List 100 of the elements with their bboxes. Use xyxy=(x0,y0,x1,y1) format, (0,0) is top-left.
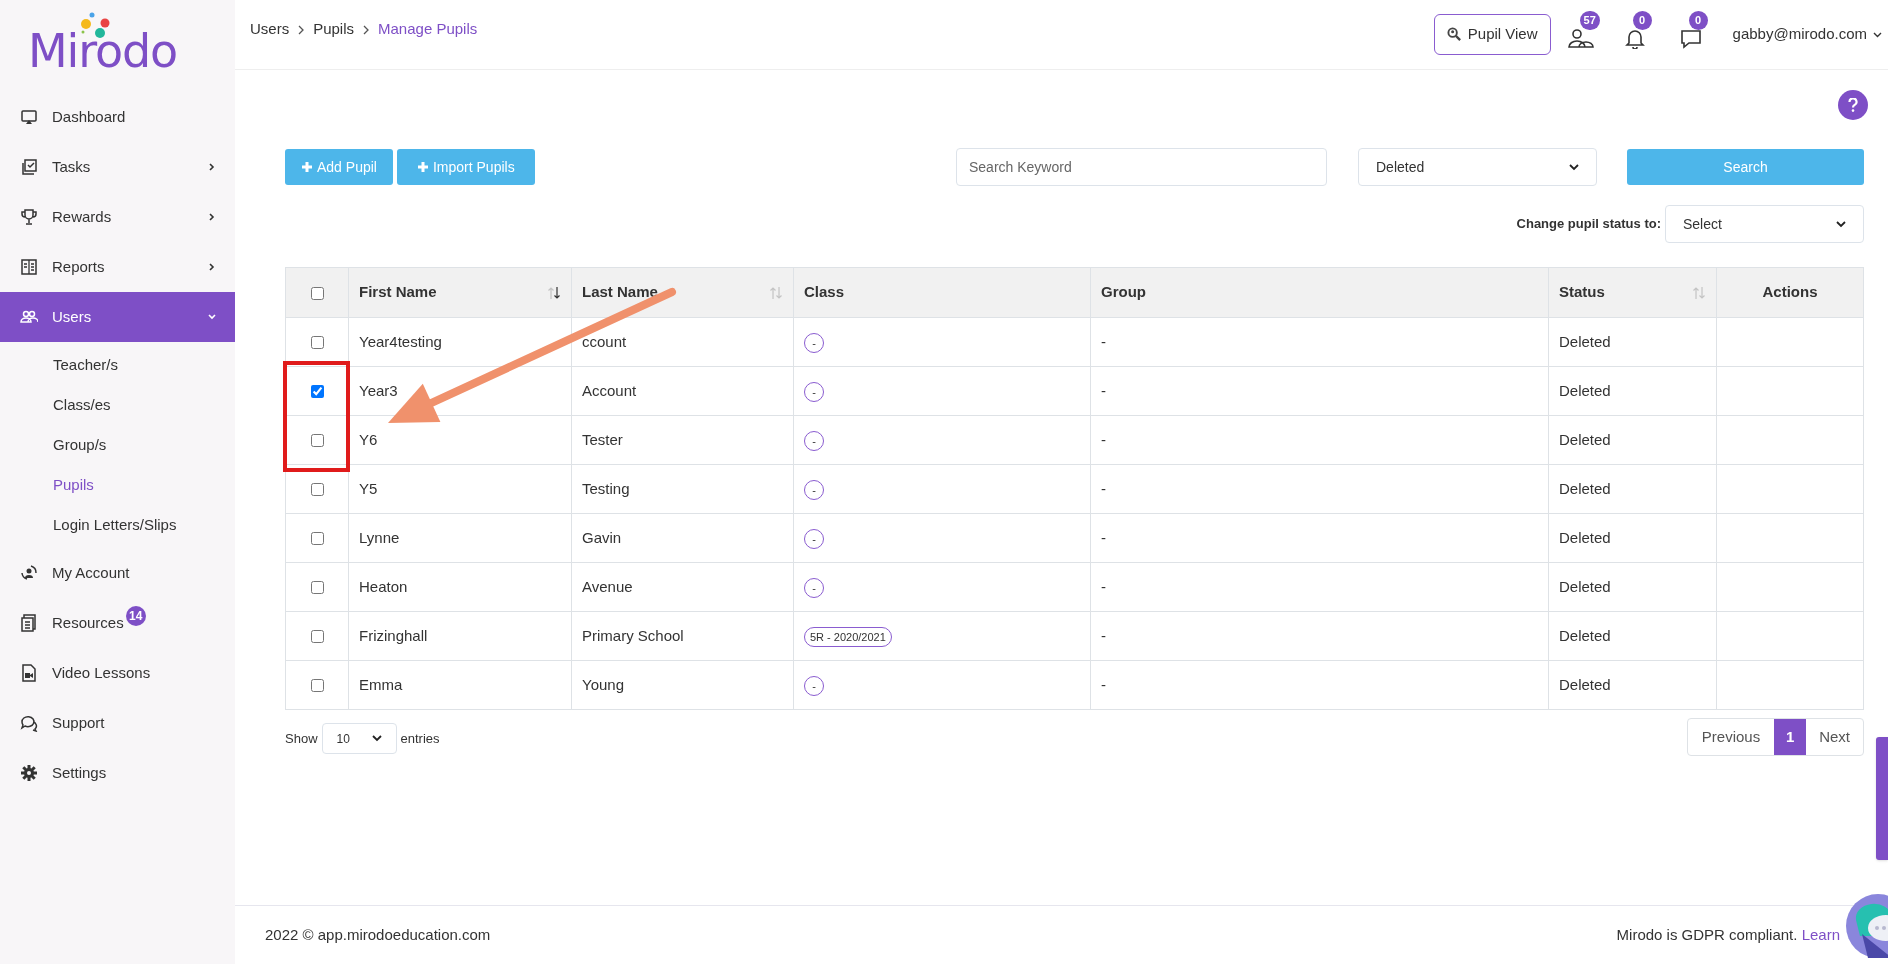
first-name-cell: Lynne xyxy=(359,528,400,546)
group-cell: - xyxy=(1101,479,1106,497)
group-cell: - xyxy=(1101,577,1106,595)
row-checkbox[interactable] xyxy=(310,532,324,546)
first-name-cell: Emma xyxy=(359,675,403,693)
sidebar-subitem[interactable]: Group/s xyxy=(0,425,235,465)
column-header: Class xyxy=(804,282,845,303)
search-icon xyxy=(1446,27,1462,42)
row-checkbox[interactable] xyxy=(310,483,324,497)
sidebar-item[interactable]: Resources 14 xyxy=(0,598,235,648)
status-cell: Deleted xyxy=(1559,577,1611,595)
chevron-right-icon xyxy=(362,24,371,35)
sidebar-subitem[interactable]: Teacher/s xyxy=(0,345,235,385)
column-header: Group xyxy=(1101,282,1146,303)
sidebar-subitem[interactable]: Pupils xyxy=(0,465,235,505)
change-status-label: Change pupil status to: xyxy=(1516,215,1661,234)
sidebar-item[interactable]: Settings xyxy=(0,748,235,798)
last-name-cell: Account xyxy=(582,381,637,399)
status-cell: Deleted xyxy=(1559,332,1611,350)
sidebar-subitem[interactable]: Login Letters/Slips xyxy=(0,505,235,545)
settings-icon xyxy=(20,764,38,782)
sidebar-item[interactable]: Video Lessons xyxy=(0,648,235,698)
sidebar-item[interactable]: Dashboard xyxy=(0,92,235,142)
next-button[interactable]: Next xyxy=(1806,719,1863,755)
last-name-cell: Primary School xyxy=(582,626,684,644)
chevron-down-icon xyxy=(1873,31,1882,38)
chat-widget-icon[interactable] xyxy=(1846,894,1888,958)
sidebar-item[interactable]: Rewards xyxy=(0,192,235,242)
breadcrumb-link[interactable]: Pupils xyxy=(313,18,355,41)
last-name-cell: Tester xyxy=(582,430,623,448)
users-icon xyxy=(20,308,38,326)
group-cell: - xyxy=(1101,430,1106,448)
sidebar-item[interactable]: Users xyxy=(0,292,235,342)
row-checkbox[interactable] xyxy=(310,679,324,693)
question-icon xyxy=(1848,98,1858,112)
select-all-checkbox[interactable] xyxy=(310,286,324,300)
gdpr-text: Mirodo is GDPR compliant. xyxy=(1616,925,1798,943)
status-filter-select[interactable]: Deleted xyxy=(1358,148,1597,186)
sidebar-item[interactable]: Reports xyxy=(0,242,235,292)
previous-button[interactable]: Previous xyxy=(1687,719,1775,755)
logo[interactable]: Mirodo xyxy=(28,28,177,74)
documents-icon xyxy=(20,614,38,632)
entries-select[interactable]: 10 xyxy=(321,723,397,754)
chevron-down-icon xyxy=(1836,220,1846,228)
breadcrumb-link[interactable]: Manage Pupils xyxy=(378,18,478,41)
last-name-cell: ccount xyxy=(582,332,627,350)
page-button[interactable]: 1 xyxy=(1774,719,1807,755)
column-header[interactable]: First Name xyxy=(359,281,437,304)
user-menu[interactable]: gabby@mirodo.com xyxy=(1732,23,1882,46)
help-button[interactable] xyxy=(1838,90,1868,120)
change-status-select[interactable]: Select xyxy=(1665,205,1864,243)
column-header[interactable]: Last Name xyxy=(582,281,658,304)
sidebar-subitem[interactable]: Class/es xyxy=(0,385,235,425)
plus-icon xyxy=(301,161,313,173)
first-name-cell: Y5 xyxy=(359,479,378,497)
group-cell: - xyxy=(1101,381,1106,399)
checklist-icon xyxy=(20,158,38,176)
sidebar-item[interactable]: Support xyxy=(0,698,235,748)
sidebar-item[interactable]: Tasks xyxy=(0,142,235,192)
first-name-cell: Frizinghall xyxy=(359,626,428,644)
chevron-down-icon xyxy=(1569,163,1579,171)
count-badge: 0 xyxy=(1688,10,1708,30)
count-badge: 57 xyxy=(1579,10,1600,30)
first-name-cell: Heaton xyxy=(359,577,408,595)
status-cell: Deleted xyxy=(1559,479,1611,497)
count-badge: 0 xyxy=(1632,10,1652,30)
learn-link[interactable]: Learn xyxy=(1801,925,1840,943)
last-name-cell: Avenue xyxy=(582,577,633,595)
row-checkbox[interactable] xyxy=(310,336,324,350)
column-header[interactable]: Status xyxy=(1559,281,1605,304)
first-name-cell: Year4testing xyxy=(359,332,442,350)
sidebar-item[interactable]: My Account xyxy=(0,548,235,598)
group-cell: - xyxy=(1101,332,1106,350)
chat-icon xyxy=(20,714,38,732)
status-cell: Deleted xyxy=(1559,675,1611,693)
row-checkbox[interactable] xyxy=(310,581,324,595)
users-icon[interactable] xyxy=(1566,26,1595,49)
group-cell: - xyxy=(1101,528,1106,546)
first-name-cell: Year3 xyxy=(359,381,398,399)
first-name-cell: Y6 xyxy=(359,430,378,448)
copyright-text: 2022 © app.mirodoeducation.com xyxy=(265,924,491,945)
status-cell: Deleted xyxy=(1559,626,1611,644)
status-cell: Deleted xyxy=(1559,528,1611,546)
sort-icon[interactable] xyxy=(547,285,561,300)
group-cell: - xyxy=(1101,675,1106,693)
breadcrumb-link[interactable]: Users xyxy=(250,18,290,41)
search-field[interactable]: Search Keyword xyxy=(956,148,1327,186)
row-checkbox[interactable] xyxy=(310,434,324,448)
video-icon xyxy=(20,664,38,682)
chevron-right-icon xyxy=(297,24,306,35)
last-name-cell: Testing xyxy=(582,479,630,497)
pupil-view-button[interactable]: Pupil View xyxy=(1433,14,1551,55)
report-icon xyxy=(20,258,38,276)
show-label: Show xyxy=(285,729,318,748)
account-icon xyxy=(20,564,38,582)
entries-label: entries xyxy=(400,729,440,748)
row-checkbox[interactable] xyxy=(310,385,324,399)
trophy-icon xyxy=(20,208,38,226)
chevron-down-icon xyxy=(371,735,382,742)
row-checkbox[interactable] xyxy=(310,630,324,644)
